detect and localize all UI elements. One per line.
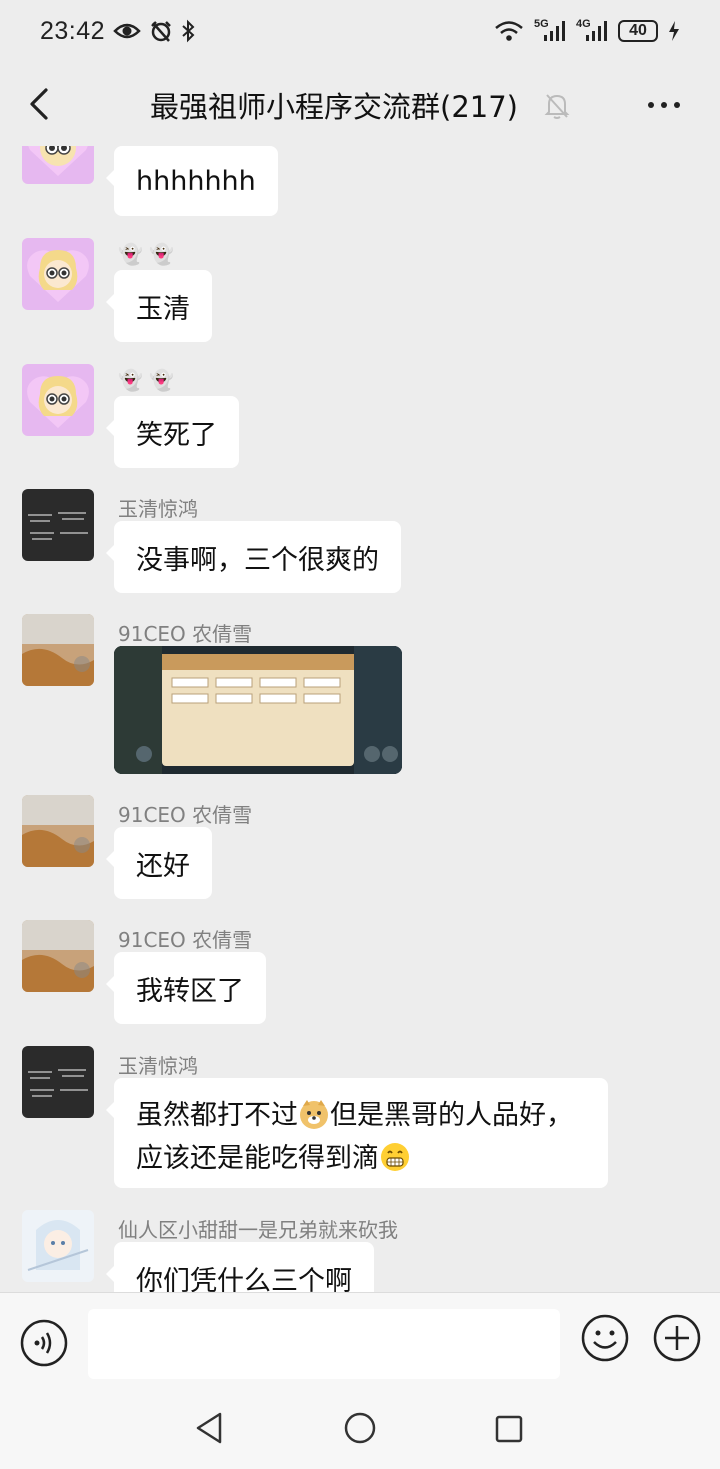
dot-icon: [674, 102, 680, 108]
system-back-button[interactable]: [194, 1410, 226, 1450]
system-recent-apps-button[interactable]: [494, 1414, 524, 1448]
image-message[interactable]: [114, 646, 402, 774]
status-time: 23:42: [40, 16, 106, 45]
eye-icon: [113, 21, 141, 41]
back-button[interactable]: [24, 84, 56, 124]
avatar[interactable]: [22, 795, 94, 867]
system-home-button[interactable]: [342, 1410, 378, 1450]
avatar[interactable]: [22, 364, 94, 436]
alarm-off-icon: [149, 19, 173, 43]
sender-name: 91CEO 农倩雪: [118, 928, 253, 952]
wifi-icon: [494, 20, 524, 42]
message-bubble[interactable]: 虽然都打不过 但是黑哥的人品好， 应该还是能吃得到滴: [106, 1078, 608, 1188]
avatar[interactable]: [22, 614, 94, 686]
message-bubble[interactable]: 玉清: [106, 270, 212, 342]
grin-emoji-icon: [381, 1143, 409, 1171]
message-bubble[interactable]: hhhhhhh: [106, 146, 278, 216]
avatar[interactable]: [22, 238, 94, 310]
system-navigation-bar: [0, 1392, 720, 1469]
more-functions-button[interactable]: [652, 1313, 702, 1363]
sender-name: 玉清惊鸿: [118, 497, 198, 521]
charging-icon: [668, 20, 680, 42]
signal-5g-icon: 5G: [534, 19, 566, 43]
message-text: 虽然都打不过: [136, 1100, 298, 1131]
chat-title: 最强祖师小程序交流群(217): [150, 90, 518, 124]
smiley-icon: [581, 1314, 629, 1362]
message-bubble[interactable]: 没事啊，三个很爽的: [106, 521, 401, 593]
sender-name: 91CEO 农倩雪: [118, 803, 253, 827]
message-input[interactable]: [88, 1309, 560, 1379]
more-options-button[interactable]: [648, 90, 688, 120]
circle-home-icon: [344, 1412, 376, 1444]
avatar[interactable]: [22, 1210, 94, 1282]
voice-icon: [20, 1319, 68, 1367]
mute-bell-icon: [544, 92, 570, 124]
message-text: 但是黑哥的人品好，: [330, 1100, 573, 1131]
message-list[interactable]: hhhhhhh 👻 👻 玉清 👻 👻 笑死了 玉清惊鸿 没事啊，三个很爽的 91…: [0, 146, 720, 1292]
plus-icon: [653, 1314, 701, 1362]
avatar[interactable]: [22, 920, 94, 992]
message-bubble[interactable]: 我转区了: [106, 952, 266, 1024]
input-bar: [0, 1292, 720, 1392]
doge-emoji-icon: [300, 1100, 328, 1129]
avatar[interactable]: [22, 489, 94, 561]
dot-icon: [648, 102, 654, 108]
signal-4g-icon: 4G: [576, 19, 608, 43]
sender-name: 91CEO 农倩雪: [118, 622, 253, 646]
status-bar: 23:42 5G 4G 40: [0, 0, 720, 62]
sender-name: 仙人区小甜甜一是兄弟就来砍我: [118, 1218, 398, 1242]
voice-input-button[interactable]: [20, 1319, 68, 1367]
sender-name: 👻 👻: [118, 242, 175, 266]
dot-icon: [661, 102, 667, 108]
chevron-left-icon: [30, 88, 48, 120]
message-bubble[interactable]: 还好: [106, 827, 212, 899]
message-bubble[interactable]: 你们凭什么三个啊: [106, 1242, 374, 1292]
chat-header: 最强祖师小程序交流群(217): [0, 62, 720, 146]
emoji-button[interactable]: [580, 1313, 630, 1363]
message-bubble[interactable]: 笑死了: [106, 396, 239, 468]
message-text: 应该还是能吃得到滴: [136, 1143, 379, 1174]
sender-name: 👻 👻: [118, 368, 175, 392]
avatar[interactable]: [22, 1046, 94, 1118]
battery-indicator: 40: [618, 20, 658, 42]
bluetooth-icon: [181, 19, 195, 43]
sender-name: 玉清惊鸿: [118, 1054, 198, 1078]
triangle-back-icon: [196, 1412, 222, 1444]
avatar[interactable]: [22, 146, 94, 184]
square-recent-icon: [495, 1415, 523, 1443]
